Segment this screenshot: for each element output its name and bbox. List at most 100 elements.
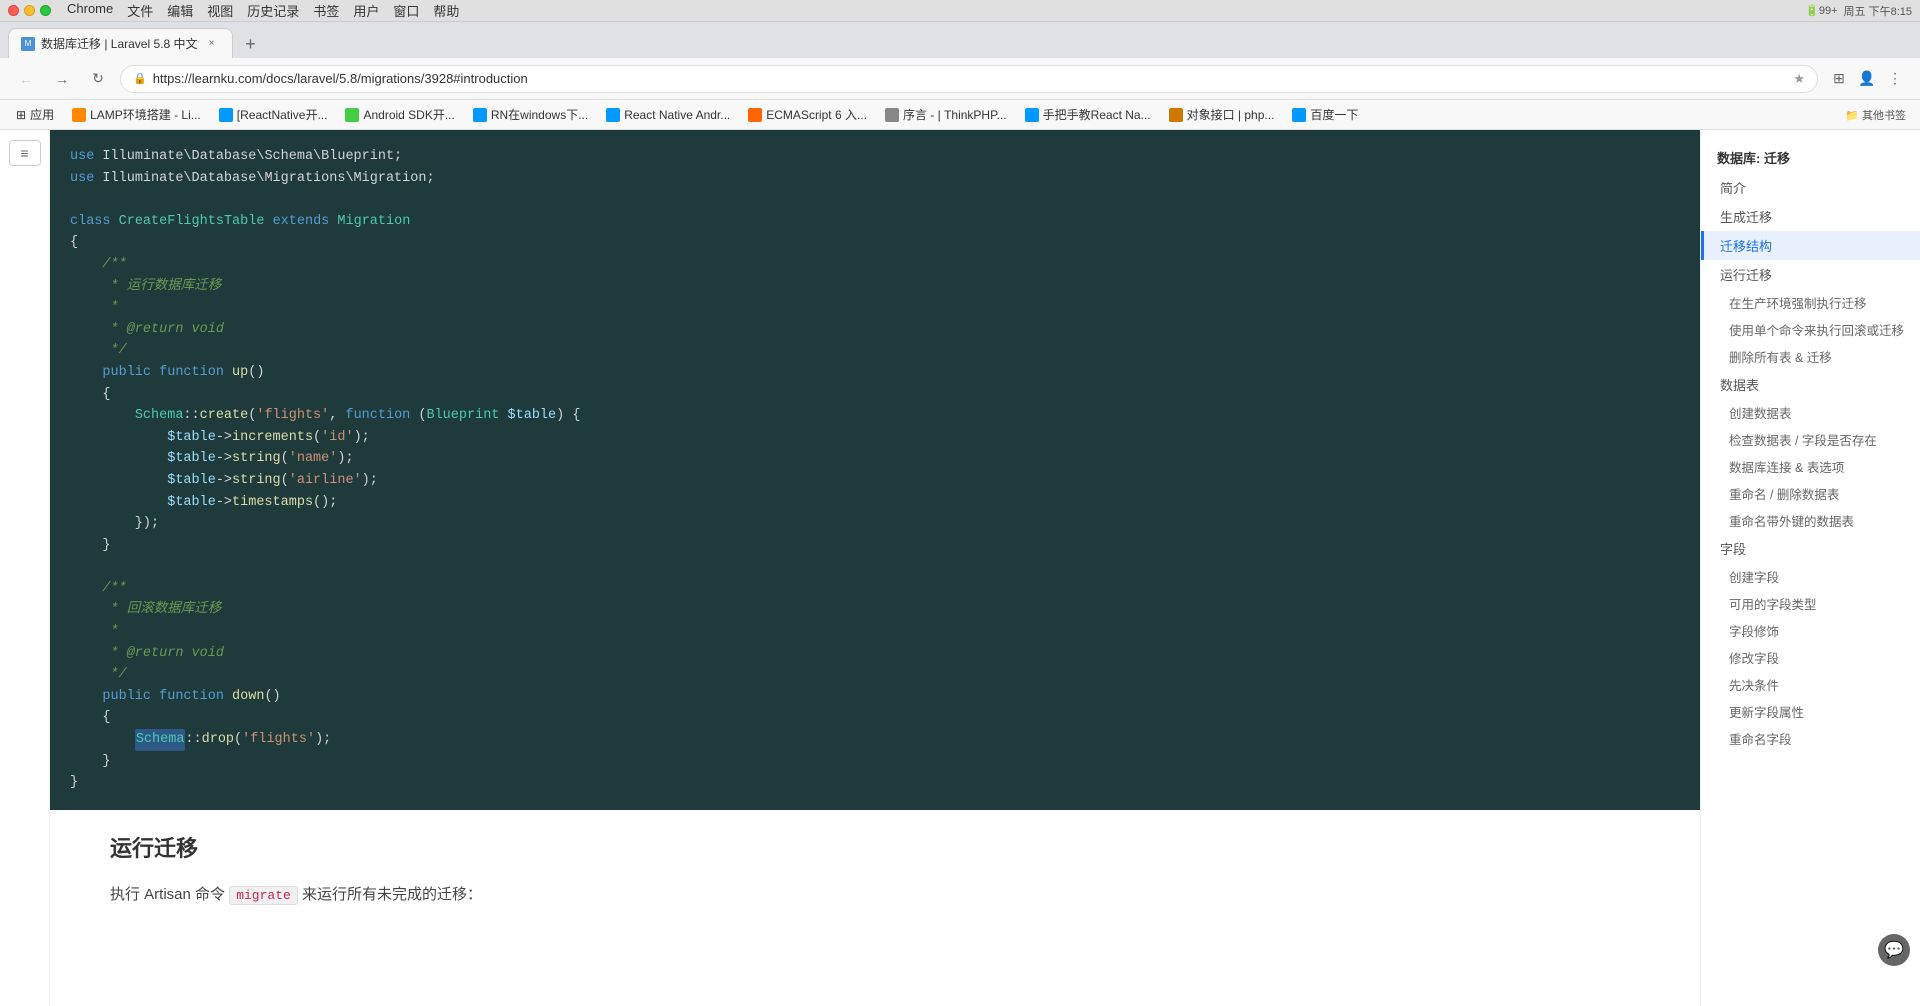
toc-generate[interactable]: 生成迁移 (1701, 202, 1920, 231)
bookmark-4[interactable]: RN在windows下... (465, 104, 596, 125)
bookmark-6[interactable]: ECMAScript 6 入... (740, 104, 875, 125)
bookmark-5[interactable]: React Native Andr... (598, 106, 738, 124)
toc-rename-col[interactable]: 重命名字段 (1701, 725, 1920, 752)
toc-structure[interactable]: 迁移结构 (1701, 231, 1920, 260)
toc-rename-table[interactable]: 重命名 / 删除数据表 (1701, 480, 1920, 507)
refresh-btn[interactable]: ↻ (84, 65, 112, 93)
bookmark-3-label: Android SDK开... (363, 106, 454, 123)
bookmark-1-label: LAMP环境搭建 - Li... (90, 106, 201, 123)
menu-history[interactable]: 历史记录 (247, 1, 299, 20)
star-icon[interactable]: ★ (1793, 71, 1805, 87)
other-bookmarks[interactable]: 📁 其他书签 (1839, 105, 1912, 125)
code-line-11: public function up() (70, 362, 1680, 384)
profile-icon[interactable]: 👤 (1854, 66, 1880, 92)
toc-create-table[interactable]: 创建数据表 (1701, 399, 1920, 426)
menu-view[interactable]: 视图 (207, 1, 233, 20)
toc-col-modifier[interactable]: 字段修饰 (1701, 617, 1920, 644)
bookmark-6-label: ECMAScript 6 入... (766, 106, 867, 123)
bookmark-5-label: React Native Andr... (624, 108, 730, 122)
bookmark-2-label: [ReactNative开... (237, 106, 328, 123)
extensions-icon[interactable]: ⊞ (1826, 66, 1852, 92)
code-line-30: } (70, 772, 1680, 794)
left-sidebar: ≡ (0, 130, 50, 1006)
code-line-12: { (70, 384, 1680, 406)
toc-modify-col[interactable]: 修改字段 (1701, 644, 1920, 671)
address-input[interactable]: 🔒 https://learnku.com/docs/laravel/5.8/m… (120, 65, 1818, 93)
section-title: 运行迁移 (110, 830, 1660, 867)
toc-tables[interactable]: 数据表 (1701, 370, 1920, 399)
titlebar: Chrome 文件 编辑 视图 历史记录 书签 用户 窗口 帮助 🔋99+ 周五… (0, 0, 1920, 22)
code-line-7: * 运行数据库迁移 (70, 276, 1680, 298)
toc-db-options[interactable]: 数据库连接 & 表选项 (1701, 453, 1920, 480)
code-line-25: */ (70, 664, 1680, 686)
bookmark-8[interactable]: 手把手教React Na... (1017, 104, 1159, 125)
tab-bar: M 数据库迁移 | Laravel 5.8 中文 × + (0, 22, 1920, 58)
menu-window[interactable]: 窗口 (393, 1, 419, 20)
bookmark-9-label: 对象接口 | php... (1187, 106, 1275, 123)
toc-header: 数据库: 迁移 (1701, 142, 1920, 173)
toc-create-col[interactable]: 创建字段 (1701, 563, 1920, 590)
code-line-20 (70, 556, 1680, 578)
folder-icon: 📁 (1845, 110, 1862, 122)
toc-col-types[interactable]: 可用的字段类型 (1701, 590, 1920, 617)
tab-title: 数据库迁移 | Laravel 5.8 中文 (41, 35, 198, 52)
active-tab[interactable]: M 数据库迁移 | Laravel 5.8 中文 × (8, 28, 233, 58)
menu-user[interactable]: 用户 (353, 1, 379, 20)
time-display: 周五 下午8:15 (1844, 3, 1912, 19)
bookmark-7[interactable]: 序言 - | ThinkPHP... (877, 104, 1015, 125)
maximize-window-btn[interactable] (40, 5, 51, 16)
menu-help[interactable]: 帮助 (433, 1, 459, 20)
section-content: 运行迁移 执行 Artisan 命令 migrate 来运行所有未完成的迁移： (50, 810, 1700, 928)
toc-run[interactable]: 运行迁移 (1701, 260, 1920, 289)
back-btn[interactable]: ← (12, 65, 40, 93)
toc-columns[interactable]: 字段 (1701, 534, 1920, 563)
toc-update-col[interactable]: 更新字段属性 (1701, 698, 1920, 725)
bookmark-4-label: RN在windows下... (491, 106, 588, 123)
menu-icon[interactable]: ⋮ (1882, 66, 1908, 92)
code-line-6: /** (70, 254, 1680, 276)
other-bookmarks-label: 其他书签 (1862, 110, 1906, 122)
menu-file[interactable]: 文件 (127, 1, 153, 20)
toc-force[interactable]: 在生产环境强制执行迁移 (1701, 289, 1920, 316)
app-menu: Chrome 文件 编辑 视图 历史记录 书签 用户 窗口 帮助 (67, 1, 459, 20)
bookmark-3[interactable]: Android SDK开... (337, 104, 462, 125)
tab-close-btn[interactable]: × (204, 36, 220, 52)
toc-jianjie[interactable]: 简介 (1701, 173, 1920, 202)
toc-prereq[interactable]: 先决条件 (1701, 671, 1920, 698)
code-line-8: * (70, 297, 1680, 319)
code-line-15: $table->string('name'); (70, 448, 1680, 470)
bookmark-1[interactable]: LAMP环境搭建 - Li... (64, 104, 209, 125)
toc-rollback[interactable]: 使用单个命令来执行回滚或迁移 (1701, 316, 1920, 343)
code-line-14: $table->increments('id'); (70, 427, 1680, 449)
menu-bookmarks[interactable]: 书签 (313, 1, 339, 20)
chat-bubble-btn[interactable]: 💬 (1878, 934, 1910, 966)
article-area: use Illuminate\Database\Schema\Blueprint… (50, 130, 1700, 1006)
main-content: ≡ use Illuminate\Database\Schema\Bluepri… (0, 130, 1920, 1006)
bookmark-10[interactable]: 百度一下 (1284, 104, 1366, 125)
code-block: use Illuminate\Database\Schema\Blueprint… (50, 130, 1700, 810)
code-line-18: }); (70, 513, 1680, 535)
new-tab-btn[interactable]: + (237, 30, 265, 58)
minimize-window-btn[interactable] (24, 5, 35, 16)
url-text: https://learnku.com/docs/laravel/5.8/mig… (153, 71, 1788, 86)
bookmark-apps[interactable]: ⊞ 应用 (8, 104, 62, 125)
code-line-26: public function down() (70, 686, 1680, 708)
bookmark-2[interactable]: [ReactNative开... (211, 104, 336, 125)
right-sidebar-toc: 数据库: 迁移 简介 生成迁移 迁移结构 运行迁移 在生产环境强制执行迁移 使用… (1700, 130, 1920, 1006)
close-window-btn[interactable] (8, 5, 19, 16)
forward-btn[interactable]: → (48, 65, 76, 93)
section-intro: 执行 Artisan 命令 migrate 来运行所有未完成的迁移： (110, 881, 1660, 908)
bookmark-7-label: 序言 - | ThinkPHP... (903, 106, 1007, 123)
sidebar-toggle-btn[interactable]: ≡ (9, 140, 41, 166)
address-bar: ← → ↻ 🔒 https://learnku.com/docs/laravel… (0, 58, 1920, 100)
titlebar-right: 🔋99+ 周五 下午8:15 (1805, 3, 1912, 19)
toc-reset[interactable]: 删除所有表 & 迁移 (1701, 343, 1920, 370)
toc-check-table[interactable]: 检查数据表 / 字段是否存在 (1701, 426, 1920, 453)
bookmark-9[interactable]: 对象接口 | php... (1161, 104, 1283, 125)
code-line-29: } (70, 751, 1680, 773)
window-controls[interactable] (8, 5, 51, 16)
code-line-2: use Illuminate\Database\Migrations\Migra… (70, 168, 1680, 190)
toc-rename-fk[interactable]: 重命名带外键的数据表 (1701, 507, 1920, 534)
code-line-9: * @return void (70, 319, 1680, 341)
menu-edit[interactable]: 编辑 (167, 1, 193, 20)
